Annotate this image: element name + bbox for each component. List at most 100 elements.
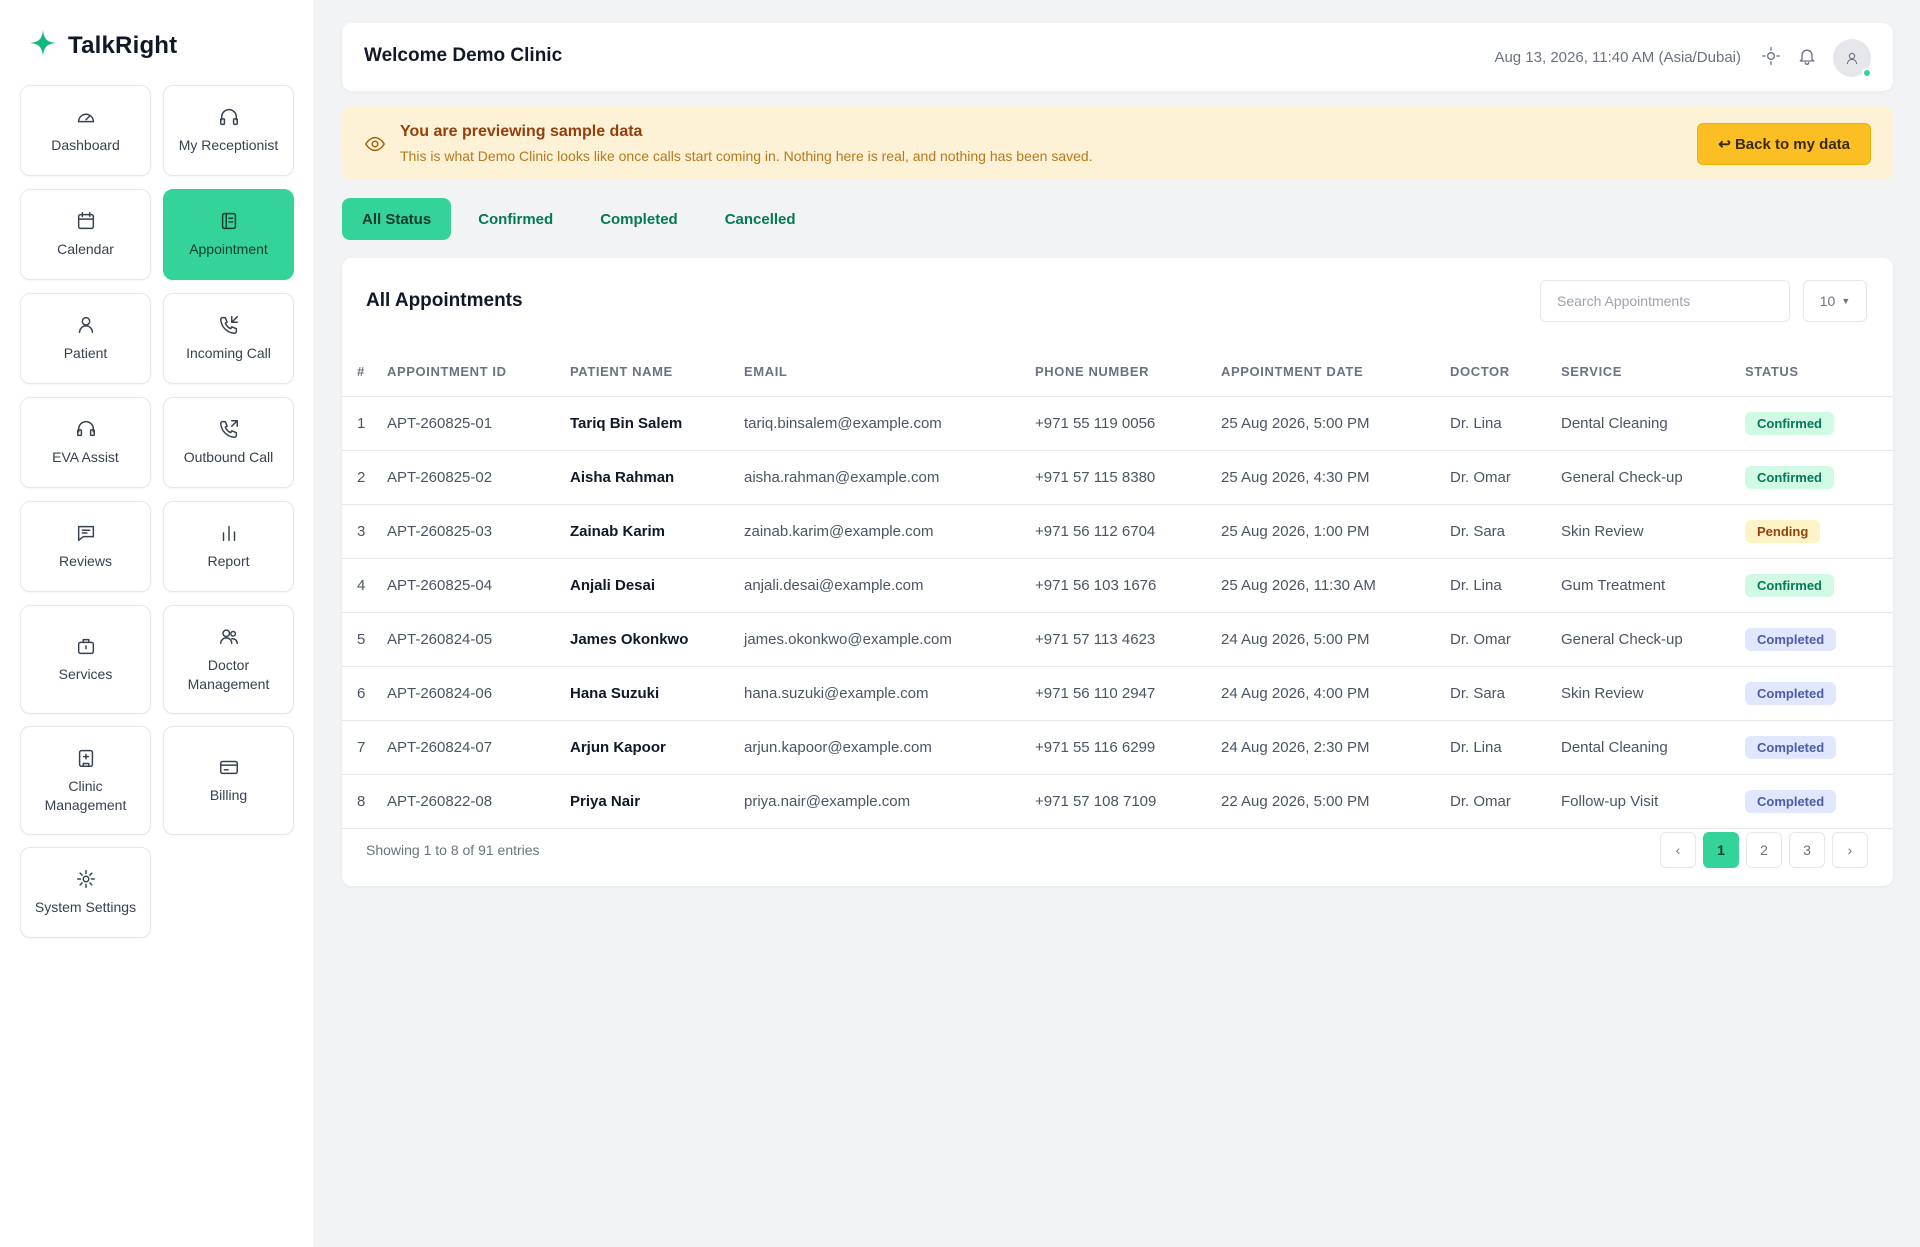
status-cell: Confirmed	[1745, 558, 1893, 613]
sidebar-item-reviews[interactable]: Reviews	[20, 501, 151, 592]
sidebar-item-calendar[interactable]: Calendar	[20, 189, 151, 280]
row-number: 8	[342, 774, 387, 829]
credit-card-icon	[218, 756, 240, 778]
status-cell: Confirmed	[1745, 450, 1893, 505]
pagination: ‹ 1 2 3 ›	[1660, 832, 1868, 868]
tab-completed[interactable]: Completed	[580, 198, 698, 240]
tab-cancelled[interactable]: Cancelled	[705, 198, 816, 240]
patient-email: james.okonkwo@example.com	[744, 612, 1035, 667]
briefcase-icon	[75, 635, 97, 657]
column-header[interactable]: EMAIL	[744, 348, 1035, 397]
users-icon	[218, 626, 240, 648]
sidebar-item-patient[interactable]: Patient	[20, 293, 151, 384]
back-to-my-data-button[interactable]: ↩ Back to my data	[1697, 123, 1871, 165]
status-cell: Confirmed	[1745, 396, 1893, 451]
sidebar-item-label: Billing	[209, 787, 248, 803]
doctor: Dr. Sara	[1450, 666, 1561, 721]
table-row[interactable]: 3 APT-260825-03 Zainab Karim zainab.kari…	[342, 504, 1893, 559]
sidebar-item-label: Outbound Call	[183, 449, 274, 465]
sidebar-item-outbound-call[interactable]: Outbound Call	[163, 397, 294, 488]
status-cell: Pending	[1745, 504, 1893, 559]
sidebar-item-doctor-management[interactable]: Doctor Management	[163, 605, 294, 714]
phone-incoming-icon	[218, 314, 240, 336]
sidebar-item-label: EVA Assist	[52, 449, 119, 465]
patient-name: Hana Suzuki	[570, 666, 744, 721]
phone-number: +971 57 113 4623	[1035, 612, 1221, 667]
sidebar-item-label: Patient	[63, 345, 108, 361]
sidebar-item-label: System Settings	[34, 899, 137, 915]
column-header[interactable]: APPOINTMENT ID	[387, 348, 570, 397]
calendar-icon	[75, 210, 97, 232]
page-button-1[interactable]: 1	[1703, 832, 1739, 868]
row-number: 4	[342, 558, 387, 613]
page-size-select[interactable]: 10 ▼	[1803, 280, 1867, 322]
sparkle-logo-icon	[28, 28, 58, 63]
appointment-id: APT-260825-04	[387, 558, 570, 613]
appointment-id: APT-260825-03	[387, 504, 570, 559]
status-cell: Completed	[1745, 612, 1893, 667]
service: Skin Review	[1561, 666, 1745, 721]
patient-email: arjun.kapoor@example.com	[744, 720, 1035, 775]
sidebar-item-label: Services	[58, 666, 113, 682]
appointment-id: APT-260825-01	[387, 396, 570, 451]
user-avatar-icon	[1846, 52, 1858, 65]
search-input[interactable]	[1540, 280, 1790, 322]
doctor: Dr. Omar	[1450, 612, 1561, 667]
column-header[interactable]: SERVICE	[1561, 348, 1745, 397]
appointment-date: 25 Aug 2026, 11:30 AM	[1221, 558, 1450, 613]
table-row[interactable]: 7 APT-260824-07 Arjun Kapoor arjun.kapoo…	[342, 720, 1893, 775]
sidebar-item-system-settings[interactable]: System Settings	[20, 847, 151, 938]
sidebar-item-incoming-call[interactable]: Incoming Call	[163, 293, 294, 384]
prev-page-button[interactable]: ‹	[1660, 832, 1696, 868]
column-header[interactable]: STATUS	[1745, 348, 1893, 397]
patient-name: Anjali Desai	[570, 558, 744, 613]
status-tabs: All Status Confirmed Completed Cancelled	[342, 198, 823, 240]
online-status-dot	[1862, 68, 1872, 78]
row-number: 2	[342, 450, 387, 505]
row-number: 3	[342, 504, 387, 559]
sidebar-item-my-receptionist[interactable]: My Receptionist	[163, 85, 294, 176]
sidebar-item-clinic-management[interactable]: Clinic Management	[20, 726, 151, 835]
sidebar-item-label: My Receptionist	[178, 137, 279, 153]
sidebar-item-report[interactable]: Report	[163, 501, 294, 592]
avatar[interactable]	[1833, 39, 1872, 78]
page-button-3[interactable]: 3	[1789, 832, 1825, 868]
column-header[interactable]: PATIENT NAME	[570, 348, 744, 397]
service: General Check-up	[1561, 450, 1745, 505]
column-header[interactable]: APPOINTMENT DATE	[1221, 348, 1450, 397]
table-row[interactable]: 8 APT-260822-08 Priya Nair priya.nair@ex…	[342, 774, 1893, 829]
service: Gum Treatment	[1561, 558, 1745, 613]
tab-confirmed[interactable]: Confirmed	[458, 198, 573, 240]
appointment-id: APT-260824-07	[387, 720, 570, 775]
sidebar: TalkRight Dashboard My Receptionist Cale…	[0, 0, 313, 1247]
theme-toggle-sun-icon[interactable]	[1761, 46, 1781, 66]
sidebar-item-appointment[interactable]: Appointment	[163, 189, 294, 280]
table-row[interactable]: 6 APT-260824-06 Hana Suzuki hana.suzuki@…	[342, 666, 1893, 721]
phone-outgoing-icon	[218, 418, 240, 440]
sidebar-item-billing[interactable]: Billing	[163, 726, 294, 835]
service: Dental Cleaning	[1561, 720, 1745, 775]
doctor: Dr. Lina	[1450, 558, 1561, 613]
table-row[interactable]: 2 APT-260825-02 Aisha Rahman aisha.rahma…	[342, 450, 1893, 505]
sidebar-item-services[interactable]: Services	[20, 605, 151, 714]
appointment-id: APT-260825-02	[387, 450, 570, 505]
column-header[interactable]: DOCTOR	[1450, 348, 1561, 397]
headset-icon	[75, 418, 97, 440]
next-page-button[interactable]: ›	[1832, 832, 1868, 868]
appointment-date: 25 Aug 2026, 1:00 PM	[1221, 504, 1450, 559]
phone-number: +971 55 116 6299	[1035, 720, 1221, 775]
gauge-icon	[75, 106, 97, 128]
bell-icon[interactable]	[1797, 46, 1817, 66]
table-row[interactable]: 4 APT-260825-04 Anjali Desai anjali.desa…	[342, 558, 1893, 613]
phone-number: +971 56 103 1676	[1035, 558, 1221, 613]
table-row[interactable]: 5 APT-260824-05 James Okonkwo james.okon…	[342, 612, 1893, 667]
sidebar-item-dashboard[interactable]: Dashboard	[20, 85, 151, 176]
brand[interactable]: TalkRight	[28, 28, 177, 63]
tab-all-status[interactable]: All Status	[342, 198, 452, 240]
preview-banner: You are previewing sample data This is w…	[342, 106, 1893, 180]
patient-email: anjali.desai@example.com	[744, 558, 1035, 613]
sidebar-item-eva-assist[interactable]: EVA Assist	[20, 397, 151, 488]
column-header[interactable]: PHONE NUMBER	[1035, 348, 1221, 397]
page-button-2[interactable]: 2	[1746, 832, 1782, 868]
table-row[interactable]: 1 APT-260825-01 Tariq Bin Salem tariq.bi…	[342, 396, 1893, 451]
